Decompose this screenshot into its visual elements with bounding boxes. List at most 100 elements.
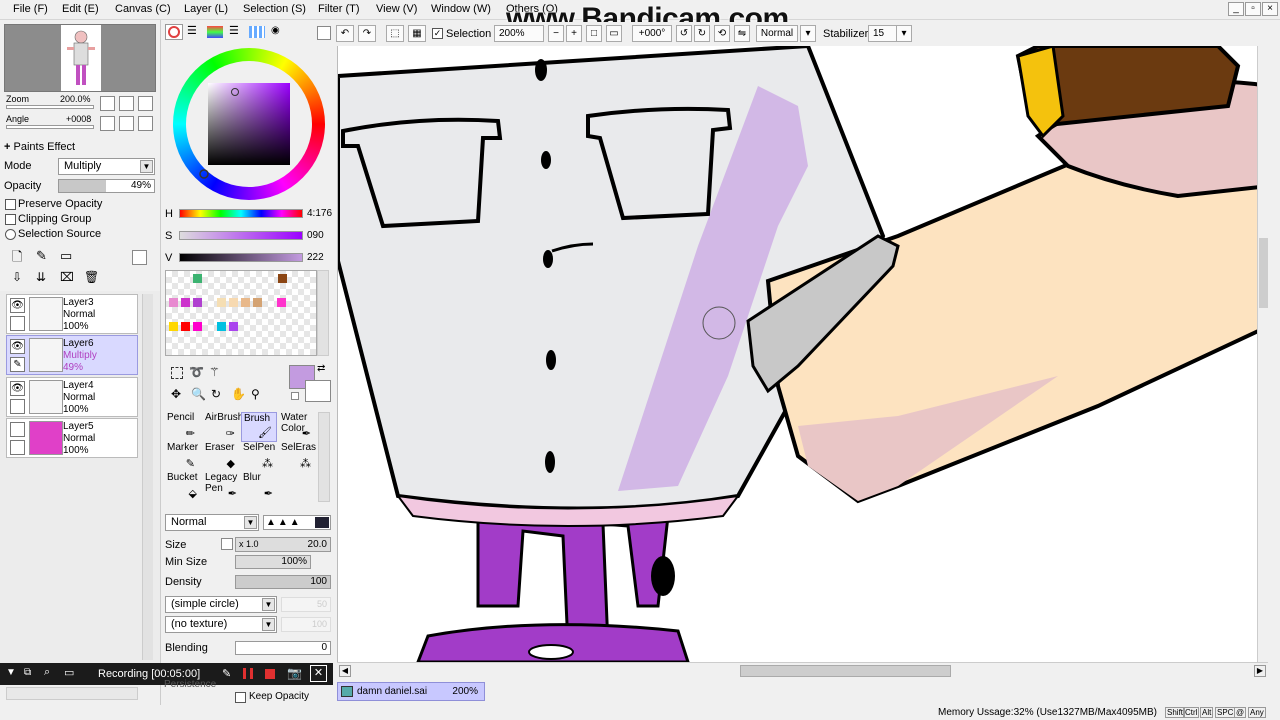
new-layer-icon[interactable]: 🗋 (12, 248, 22, 270)
stabilizer-arrow-icon[interactable]: ▾ (896, 25, 912, 42)
tool-airbrush[interactable]: AirBrush ✑ (203, 412, 243, 442)
layer-item[interactable]: Layer5 Normal 100% (6, 418, 138, 458)
maximize-button[interactable]: ▫ (1245, 2, 1261, 16)
secondary-color-swatch[interactable] (305, 380, 331, 402)
menu-window[interactable]: Window (W) (431, 3, 491, 15)
size-dropdown-icon[interactable] (221, 538, 233, 550)
swatch[interactable] (193, 274, 202, 283)
swatch[interactable] (241, 298, 250, 307)
rect-select-icon[interactable] (171, 367, 183, 379)
saturation-value-square[interactable] (208, 83, 290, 165)
layer-item[interactable]: 👁 Layer3 Normal 100% (6, 294, 138, 334)
rec-close-icon[interactable]: ✕ (310, 665, 327, 682)
swatch-grid[interactable] (165, 270, 317, 356)
angle-field[interactable]: +000° (632, 25, 672, 42)
tool-marker[interactable]: Marker ✎ (165, 442, 201, 472)
pen-edit-icon[interactable]: ✎ (10, 357, 25, 372)
transparent-color-icon[interactable] (291, 392, 299, 400)
angle-slider[interactable] (6, 125, 94, 129)
menu-layer[interactable]: Layer (L) (184, 3, 228, 15)
rec-stop-icon[interactable] (265, 669, 275, 679)
selection-source-checkbox[interactable] (5, 229, 16, 240)
layer-item[interactable]: 👁 ✎ Layer6 Multiply 49% (6, 335, 138, 375)
brush-texture-strength[interactable]: 100 (281, 617, 331, 632)
minimize-button[interactable]: _ (1228, 2, 1244, 16)
deselect-icon[interactable]: ⬚ (386, 25, 404, 42)
new-folder-icon[interactable]: ▭ (60, 248, 72, 264)
eye-icon[interactable]: 👁 (10, 381, 25, 396)
rec-screen-icon[interactable]: ▭ (64, 666, 74, 679)
zoom-fit-icon[interactable]: ▭ (606, 25, 622, 42)
layer-menu-icon[interactable] (132, 250, 147, 265)
zoom-minus-icon[interactable] (100, 96, 115, 111)
transfer-down-icon[interactable]: ⇩ (12, 270, 22, 284)
color-wheel-tab-icon[interactable] (165, 24, 183, 40)
eyedropper-icon[interactable]: ⚲ (251, 387, 260, 401)
swatch[interactable] (193, 298, 202, 307)
rgb-sliders-tab-icon[interactable]: ☰ (187, 26, 201, 38)
brush-shape-dropdown[interactable]: (simple circle) ▼ (165, 596, 277, 613)
swatch[interactable] (277, 298, 286, 307)
tool-bucket[interactable]: Bucket ⬙ (165, 472, 201, 502)
clipping-group-checkbox[interactable] (5, 214, 16, 225)
swatch[interactable] (193, 322, 202, 331)
keep-opacity-checkbox[interactable] (235, 692, 246, 703)
swatch[interactable] (169, 298, 178, 307)
menu-view[interactable]: View (V) (376, 3, 417, 15)
swatch[interactable] (229, 322, 238, 331)
tool-eraser[interactable]: Eraser ◆ (203, 442, 239, 472)
brush-texture-dropdown[interactable]: (no texture) ▼ (165, 616, 277, 633)
swatch[interactable] (278, 274, 287, 283)
canvas-horizontal-scrollbar[interactable]: ◀ ▶ (337, 662, 1268, 678)
selection-checkbox[interactable]: ✓ (432, 28, 443, 39)
layer-scrollbar[interactable] (142, 294, 153, 660)
hand-icon[interactable]: ✋ (231, 387, 246, 401)
flip-icon[interactable]: ⇋ (734, 25, 750, 42)
view-mode-arrow-icon[interactable]: ▾ (800, 25, 816, 42)
scroll-left-icon[interactable]: ◀ (339, 665, 351, 677)
swatch[interactable] (181, 298, 190, 307)
lasso-icon[interactable]: ➰ (189, 365, 204, 379)
zoom-icon[interactable]: 🔍 (191, 387, 206, 401)
zoom-in-icon[interactable]: + (566, 25, 582, 42)
new-linework-layer-icon[interactable]: ✎ (36, 248, 47, 264)
menu-edit[interactable]: Edit (E) (62, 3, 99, 15)
density-slider[interactable]: 100 (235, 575, 331, 589)
lock-icon[interactable] (10, 399, 25, 414)
rotate-right-icon[interactable]: ↻ (694, 25, 710, 42)
tool-legacy-pen[interactable]: Legacy Pen ✒ (203, 472, 239, 502)
rec-pause-icon[interactable] (243, 668, 253, 679)
tools-scrollbar[interactable] (318, 412, 330, 502)
zoom-out-icon[interactable]: − (548, 25, 564, 42)
swatch-scrollbar[interactable] (317, 270, 329, 356)
document-tab[interactable]: damn daniel.sai 200% (337, 682, 485, 701)
tool-brush[interactable]: Brush 🖌 (241, 412, 277, 442)
swatch[interactable] (181, 322, 190, 331)
zoom-slider[interactable] (6, 105, 94, 109)
color-mixer-tab-icon[interactable]: ☰ (229, 26, 243, 38)
invert-selection-icon[interactable]: ▦ (408, 25, 426, 42)
scroll-right-icon[interactable]: ▶ (1254, 665, 1266, 677)
eye-icon[interactable]: 👁 (10, 298, 25, 313)
scroll-thumb[interactable] (1259, 238, 1268, 308)
magic-wand-icon[interactable]: ⚚ (209, 365, 220, 379)
opacity-slider[interactable]: 49% (58, 179, 155, 193)
zoom-field[interactable]: 200% (494, 25, 544, 42)
tool-selpen[interactable]: SelPen ⁂ (241, 442, 277, 472)
layer-list-hscroll[interactable] (6, 687, 138, 700)
move-icon[interactable]: ✥ (171, 387, 181, 401)
clear-layer-icon[interactable]: ⌧ (60, 270, 74, 284)
layer-item[interactable]: 👁 Layer4 Normal 100% (6, 377, 138, 417)
blend-mode-dropdown[interactable]: Multiply ▼ (58, 158, 155, 175)
rec-search-icon[interactable]: ⌕ (44, 666, 50, 679)
menu-file[interactable]: File (F) (13, 3, 48, 15)
tool-watercolor[interactable]: Water Color ✒ (279, 412, 311, 442)
redo-icon[interactable]: ↷ (358, 25, 376, 42)
lock-icon[interactable] (10, 316, 25, 331)
swatch[interactable] (217, 322, 226, 331)
preserve-opacity-checkbox[interactable] (5, 199, 16, 210)
tool-pencil[interactable]: Pencil ✏ (165, 412, 201, 442)
lock-icon[interactable] (10, 440, 25, 455)
rotate-view-icon[interactable]: ↻ (211, 387, 221, 401)
swatch[interactable] (229, 298, 238, 307)
